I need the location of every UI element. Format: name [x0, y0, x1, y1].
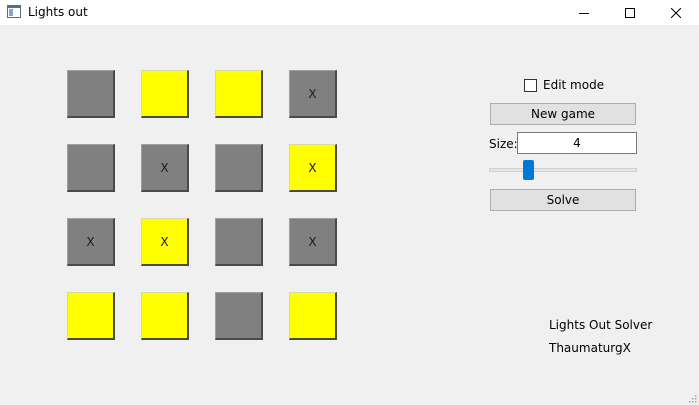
size-slider-track[interactable] — [489, 168, 637, 172]
board-cell[interactable] — [141, 70, 189, 118]
edit-mode-checkbox[interactable] — [524, 78, 537, 92]
edit-mode-toggle[interactable]: Edit mode — [524, 78, 604, 92]
size-input[interactable] — [517, 132, 637, 154]
cell-mark: X — [160, 234, 169, 249]
board-cell[interactable] — [67, 144, 115, 192]
resize-grip-icon[interactable] — [689, 395, 697, 403]
board-cell[interactable]: X — [289, 144, 337, 192]
author-text: ThaumaturgX — [549, 341, 631, 355]
cell-mark: X — [86, 234, 95, 249]
board-cell[interactable] — [289, 292, 337, 340]
new-game-button[interactable]: New game — [490, 103, 636, 125]
app-name-text: Lights Out Solver — [549, 318, 653, 332]
cell-mark: X — [308, 160, 317, 175]
app-window: Lights out XXXXXX Edit mode New game Siz… — [0, 0, 699, 405]
edit-mode-label: Edit mode — [543, 78, 605, 92]
cell-mark: X — [308, 86, 317, 101]
board-cell[interactable] — [215, 218, 263, 266]
cell-mark: X — [160, 160, 169, 175]
board-cell[interactable] — [215, 292, 263, 340]
board-cell[interactable] — [67, 70, 115, 118]
board-cell[interactable]: X — [67, 218, 115, 266]
board-cell[interactable]: X — [141, 218, 189, 266]
board-cell[interactable] — [215, 144, 263, 192]
size-slider-thumb[interactable] — [523, 160, 535, 180]
board-cell[interactable] — [67, 292, 115, 340]
solve-button[interactable]: Solve — [490, 189, 636, 211]
board-cell[interactable]: X — [289, 218, 337, 266]
board-cell[interactable] — [141, 292, 189, 340]
board-cell[interactable]: X — [141, 144, 189, 192]
size-label: Size: — [489, 137, 518, 151]
cell-mark: X — [308, 234, 317, 249]
board-cell[interactable]: X — [289, 70, 337, 118]
board-cell[interactable] — [215, 70, 263, 118]
